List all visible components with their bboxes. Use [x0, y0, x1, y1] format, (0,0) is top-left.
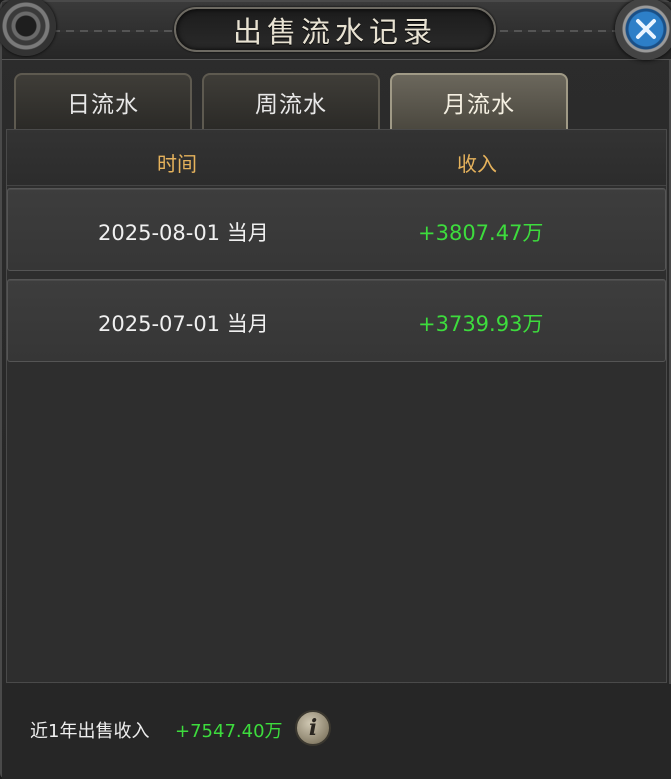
column-header-time: 时间 — [157, 152, 197, 176]
row-income: +3807.47万 — [418, 221, 544, 245]
records-panel: 时间 收入 2025-08-01 当月 +3807.47万 2025-07-01… — [6, 129, 667, 683]
info-button[interactable]: i — [295, 710, 331, 746]
yearly-income-label: 近1年出售收入 — [30, 721, 150, 742]
close-button[interactable] — [615, 0, 671, 60]
tab-daily-label: 日流水 — [67, 92, 139, 118]
row-time: 2025-07-01 当月 — [98, 312, 269, 336]
title-plate: 出售流水记录 — [174, 7, 496, 52]
dialog-window: 出售流水记录 日流水 周流水 月流水 时间 收入 2025-08-01 当月 +… — [0, 0, 671, 779]
close-icon — [636, 19, 656, 39]
column-header-income: 收入 — [457, 152, 497, 176]
table-row[interactable]: 2025-07-01 当月 +3739.93万 — [7, 279, 666, 362]
dialog-title: 出售流水记录 — [232, 14, 437, 49]
tab-weekly-label: 周流水 — [255, 92, 327, 118]
row-income: +3739.93万 — [418, 312, 544, 336]
yearly-income-value: +7547.40万 — [175, 721, 283, 742]
summary-footer: 近1年出售收入 +7547.40万 i — [2, 684, 671, 779]
ornament-icon — [0, 0, 56, 56]
title-bar: 出售流水记录 — [0, 0, 671, 60]
tab-weekly[interactable]: 周流水 — [202, 73, 380, 129]
tab-monthly[interactable]: 月流水 — [390, 73, 568, 129]
row-time: 2025-08-01 当月 — [98, 221, 269, 245]
tab-monthly-label: 月流水 — [443, 92, 515, 118]
info-icon: i — [308, 715, 318, 741]
table-header: 时间 收入 — [7, 130, 666, 186]
tab-daily[interactable]: 日流水 — [14, 73, 192, 129]
table-row[interactable]: 2025-08-01 当月 +3807.47万 — [7, 188, 666, 271]
